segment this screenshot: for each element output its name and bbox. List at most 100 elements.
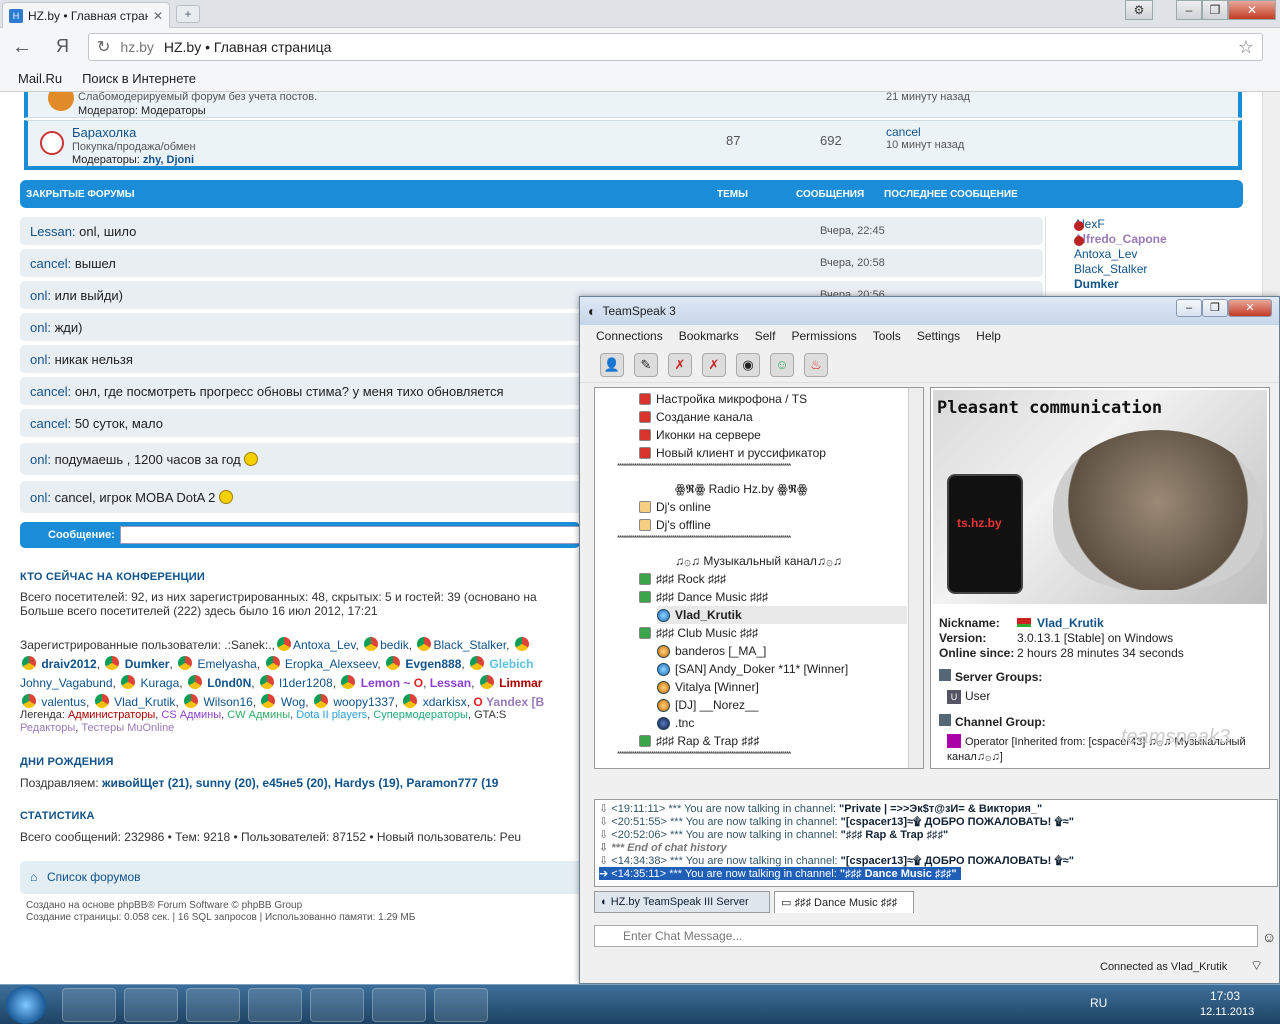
channel-item[interactable]: ♯♯♯ Dance Music ♯♯♯	[639, 588, 923, 606]
user-link[interactable]: Black_Stalker	[433, 638, 506, 652]
legend-item[interactable]: Редакторы	[20, 722, 75, 734]
chat-user[interactable]: onl:	[30, 490, 51, 505]
user-link[interactable]: xdarkisx	[423, 695, 467, 709]
user-link[interactable]: Wilson16	[203, 695, 252, 709]
clock-time[interactable]: 17:03	[1210, 989, 1240, 1003]
start-button[interactable]	[6, 986, 46, 1024]
user-link[interactable]: Johny_Vagabund	[20, 676, 113, 690]
reload-icon[interactable]: ↻	[97, 37, 110, 57]
away-icon[interactable]: ✎	[634, 352, 658, 377]
new-tab-button[interactable]: +	[176, 5, 200, 23]
user-link[interactable]: Wog	[281, 695, 305, 709]
online-user[interactable]: Black_Stalker	[1074, 262, 1147, 276]
client-item[interactable]: Vitalya [Winner]	[657, 678, 923, 696]
taskbar-media-player[interactable]	[62, 988, 116, 1022]
user-link[interactable]: Lessan	[430, 676, 471, 690]
channel-group[interactable]: ♫۞♫ Музыкальный канал♫۞♫	[675, 552, 923, 570]
channel-item[interactable]: Создание канала	[639, 408, 923, 426]
chat-input[interactable]: Enter Chat Message...	[594, 925, 1258, 947]
close-window-button[interactable]: ✕	[1228, 0, 1276, 20]
legend-item[interactable]: Тестеры MuOnline	[81, 722, 174, 734]
legend-item[interactable]: GTA:S	[474, 709, 506, 721]
menu-tools[interactable]: Tools	[873, 329, 901, 343]
channel-item[interactable]: Иконки на сервере	[639, 426, 923, 444]
chat-user[interactable]: onl:	[30, 320, 51, 335]
user-link[interactable]: Yandex [B	[486, 695, 544, 709]
client-item-self[interactable]: Vlad_Krutik	[657, 606, 907, 624]
ts-close-button[interactable]: ✕	[1228, 299, 1272, 317]
chat-user[interactable]: Lessan:	[30, 224, 76, 239]
legend-item[interactable]: CW Админы	[227, 709, 290, 721]
channel-group[interactable]: ꙮ𝕽ꙮ Radio Hz.by ꙮ𝕽ꙮ	[675, 480, 923, 498]
channel-item[interactable]: Dj's online	[639, 498, 923, 516]
online-user[interactable]: Dumker	[1074, 277, 1119, 291]
user-link[interactable]: woopy1337	[333, 695, 394, 709]
channel-item[interactable]: ♯♯♯ Rap & Trap ♯♯♯	[639, 732, 923, 750]
client-item[interactable]: [DJ] __Norez__	[657, 696, 923, 714]
channel-tree[interactable]: Настройка микрофона / TS Создание канала…	[594, 387, 924, 769]
chat-user[interactable]: onl:	[30, 288, 51, 303]
menu-bookmarks[interactable]: Bookmarks	[679, 329, 739, 343]
channel-item[interactable]: ♯♯♯ Rock ♯♯♯	[639, 570, 923, 588]
user-link[interactable]: Evgen888	[405, 657, 461, 671]
tab-server[interactable]: ◐ HZ.by TeamSpeak III Server	[594, 891, 770, 913]
bookmark-mailru[interactable]: Mail.Ru	[18, 71, 62, 86]
user-link[interactable]: bedik	[380, 638, 409, 652]
online-user[interactable]: Alfredo_Capone	[1074, 232, 1167, 246]
menu-self[interactable]: Self	[755, 329, 776, 343]
language-indicator[interactable]: RU	[1090, 996, 1107, 1010]
channel-item[interactable]: Новый клиент и руссификатор	[639, 444, 923, 462]
client-item[interactable]: banderos [_MA_]	[657, 642, 923, 660]
client-item[interactable]: .tnc	[657, 714, 923, 732]
bookmark-star-icon[interactable]: ☆	[1238, 37, 1254, 58]
channel-item[interactable]: Настройка микрофона / TS	[639, 390, 923, 408]
user-link[interactable]: Lemon ~	[361, 676, 411, 690]
chat-user[interactable]: onl:	[30, 352, 51, 367]
taskbar-app-red-arrow[interactable]	[248, 988, 302, 1022]
menu-permissions[interactable]: Permissions	[791, 329, 856, 343]
maximize-button[interactable]: ❐	[1202, 0, 1228, 20]
address-field[interactable]: ↻ hz.by HZ.by • Главная страница ☆	[88, 33, 1263, 61]
close-tab-icon[interactable]: ✕	[153, 9, 163, 23]
channel-item[interactable]: ♯♯♯ Club Music ♯♯♯	[639, 624, 923, 642]
ts-minimize-button[interactable]: –	[1176, 299, 1202, 317]
connect-icon[interactable]: 👤	[600, 352, 624, 377]
user-link[interactable]: Limmar	[499, 676, 542, 690]
bookmark-search[interactable]: Поиск в Интернете	[82, 71, 196, 86]
menu-settings[interactable]: Settings	[917, 329, 960, 343]
user-link[interactable]: Emelyasha	[197, 657, 256, 671]
chat-user[interactable]: cancel:	[30, 256, 71, 271]
mute-speaker-icon[interactable]: ✗	[702, 352, 726, 377]
emoticon-icon[interactable]: ☺	[1262, 929, 1276, 945]
contacts-icon[interactable]: ☺	[770, 352, 794, 377]
mute-mic-icon[interactable]: ✗	[668, 352, 692, 377]
mods-names[interactable]: zhy, Djoni	[143, 154, 194, 166]
user-link[interactable]: draiv2012	[41, 657, 96, 671]
minimize-button[interactable]: –	[1176, 0, 1202, 20]
chat-user[interactable]: onl:	[30, 452, 51, 467]
menu-connections[interactable]: Connections	[596, 329, 663, 343]
taskbar-teamspeak[interactable]	[186, 988, 240, 1022]
online-user[interactable]: Antoxa_Lev	[1074, 247, 1137, 261]
taskbar-app-blue[interactable]	[310, 988, 364, 1022]
message-input[interactable]	[120, 526, 580, 544]
legend-item[interactable]: Администраторы	[68, 709, 155, 721]
user-link[interactable]: Vlad_Krutik	[114, 695, 175, 709]
legend-item[interactable]: CS Админы	[161, 709, 221, 721]
legend-item[interactable]: Супермодераторы	[373, 709, 468, 721]
user-link[interactable]: Eropka_Alexseev	[285, 657, 378, 671]
chat-log[interactable]: ⇩ <19:11:11> *** You are now talking in …	[594, 799, 1278, 887]
settings-gear-icon[interactable]: ⚙	[1125, 0, 1153, 20]
flame-icon[interactable]: ♨	[804, 352, 828, 377]
clock-date[interactable]: 12.11.2013	[1200, 1006, 1254, 1018]
chat-user[interactable]: cancel:	[30, 384, 71, 399]
ts-maximize-button[interactable]: ❐	[1202, 299, 1228, 317]
tab-channel[interactable]: ▭ ♯♯♯ Dance Music ♯♯♯	[774, 891, 914, 913]
tree-scrollbar[interactable]	[908, 388, 923, 768]
user-link[interactable]: L0nd0N	[207, 676, 251, 690]
legend-item[interactable]: Dota II players	[296, 709, 367, 721]
taskbar-game[interactable]	[372, 988, 426, 1022]
forum-index-link[interactable]: Список форумов	[47, 870, 141, 884]
taskbar-yandex-browser[interactable]	[434, 988, 488, 1022]
client-item[interactable]: [SAN] Andy_Doker *11* [Winner]	[657, 660, 923, 678]
